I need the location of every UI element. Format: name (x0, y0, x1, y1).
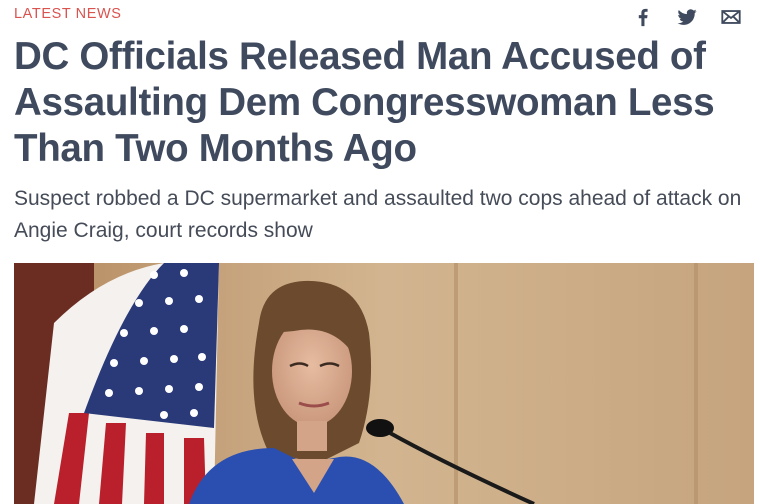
facebook-icon[interactable] (632, 6, 654, 28)
hero-image (14, 263, 754, 504)
email-icon[interactable] (720, 6, 742, 28)
category-label[interactable]: LATEST NEWS (14, 6, 122, 22)
article-headline: DC Officials Released Man Accused of Ass… (14, 35, 715, 170)
hero-photo (14, 263, 754, 504)
article-top-bar: LATEST NEWS (14, 0, 752, 30)
share-icons (632, 6, 742, 28)
twitter-icon[interactable] (676, 6, 698, 28)
article-subheadline: Suspect robbed a DC supermarket and assa… (14, 187, 742, 242)
